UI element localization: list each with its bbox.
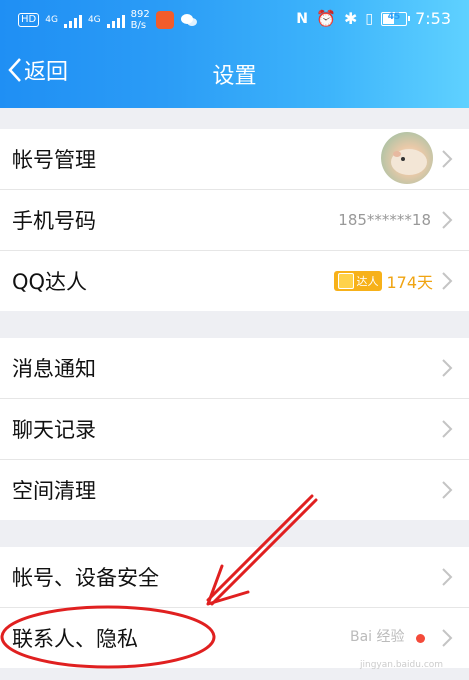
settings-group-account: 帐号管理 手机号码 185******18 QQ达人 达人 174天 [0,129,469,311]
expert-days: 174天 [386,273,433,292]
status-left: HD 4G 4G 892 B/s [18,9,198,31]
watermark: Bai 经验 [350,629,405,645]
net-speed-unit: B/s [130,20,147,31]
nfc-icon: N [296,10,309,27]
chevron-right-icon [442,481,453,499]
row-label: 手机号码 [12,209,96,233]
settings-row-notifications[interactable]: 消息通知 [0,338,469,399]
settings-row-phone[interactable]: 手机号码 185******18 [0,190,469,251]
settings-row-account-manage[interactable]: 帐号管理 [0,129,469,190]
chevron-right-icon [442,150,453,168]
row-label: 空间清理 [12,479,96,503]
row-label: 联系人、隐私 [12,627,138,651]
settings-row-storage-clean[interactable]: 空间清理 [0,460,469,520]
hd-badge: HD [18,13,40,27]
settings-row-chat-history[interactable]: 聊天记录 [0,399,469,460]
row-label: 帐号管理 [12,148,96,172]
settings-row-device-security[interactable]: 帐号、设备安全 [0,547,469,608]
page-title: 设置 [212,64,257,89]
alarm-icon: ⏰ [316,9,336,28]
clock: 7:53 [415,9,451,28]
qq-expert-status: 达人 174天 [334,269,433,293]
phone-wing-icon [338,273,355,289]
row-label: 帐号、设备安全 [12,566,159,590]
chevron-right-icon [442,211,453,229]
expert-badge-label: 达人 [356,275,379,288]
new-indicator-dot [416,634,425,643]
net-type-2: 4G [87,15,101,25]
chevron-right-icon [442,359,453,377]
battery-icon: 45 [381,11,411,26]
settings-group-messages: 消息通知 聊天记录 空间清理 [0,338,469,520]
chevron-right-icon [442,568,453,586]
navigation-bar: 返回 设置 [0,40,469,108]
net-speed-value: 892 [130,9,150,20]
settings-group-security: 帐号、设备安全 联系人、隐私 [0,547,469,668]
status-right: N ⏰ ✱ ▯ 45 7:53 [296,9,451,28]
video-app-icon [155,11,174,29]
row-label: 聊天记录 [12,418,96,442]
status-bar: HD 4G 4G 892 B/s N ⏰ ✱ ▯ 45 7:53 [0,0,469,40]
net-speed: 892 B/s [131,9,150,31]
expert-badge: 达人 [334,271,383,291]
battery-level: 45 [387,11,401,22]
signal-icon [63,12,82,28]
chevron-right-icon [442,629,453,647]
chevron-right-icon [442,272,453,290]
signal-icon-2 [106,12,125,28]
chevron-right-icon [442,420,453,438]
watermark-url: jingyan.baidu.com [360,660,444,670]
avatar [381,132,433,184]
settings-row-qq-vip[interactable]: QQ达人 达人 174天 [0,251,469,311]
row-label: 消息通知 [12,357,96,381]
vibrate-icon: ▯ [365,10,374,27]
row-label: QQ达人 [12,270,88,294]
wechat-icon [180,11,198,29]
phone-number-value: 185******18 [338,211,431,229]
header-background: HD 4G 4G 892 B/s N ⏰ ✱ ▯ 45 7:53 返回 设置 [0,0,469,108]
net-type-1: 4G [45,15,58,25]
bluetooth-icon: ✱ [343,9,358,28]
